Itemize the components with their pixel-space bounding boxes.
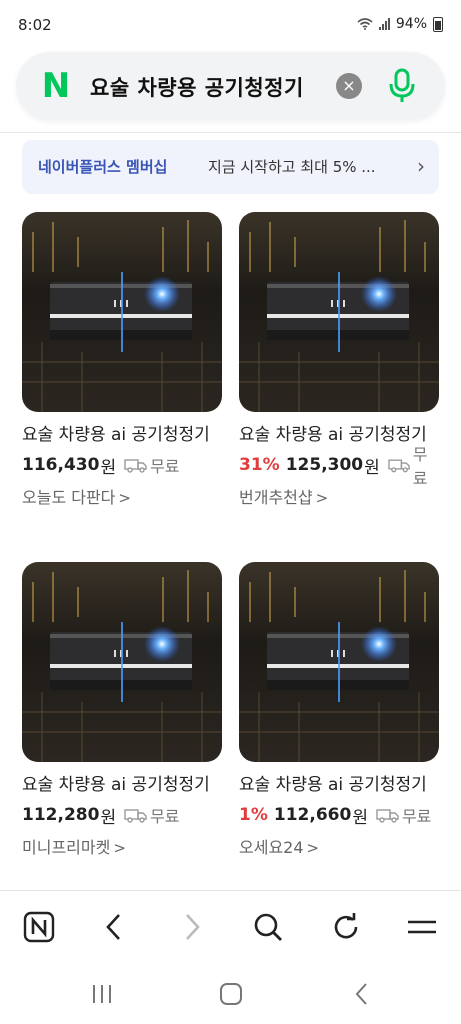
store-link[interactable]: 미니프리마켓 >: [22, 834, 224, 858]
mic-icon[interactable]: [386, 68, 418, 104]
status-bar: 8:02 94%: [0, 0, 461, 50]
chevron-right-icon: >: [113, 839, 126, 857]
product-title[interactable]: 요술 차량용 ai 공기청정기: [22, 772, 224, 799]
clear-icon[interactable]: ×: [336, 73, 362, 99]
forward-icon[interactable]: [170, 905, 214, 949]
membership-desc: 지금 시작하고 최대 5% ...: [208, 158, 376, 176]
chevron-right-icon: >: [315, 489, 329, 507]
product-image[interactable]: [239, 562, 439, 762]
currency-label: 원: [364, 457, 380, 478]
wifi-icon: [357, 18, 373, 30]
truck-icon: [376, 809, 399, 823]
product-image[interactable]: [22, 562, 222, 762]
currency-label: 원: [352, 807, 368, 828]
status-icons: 94%: [357, 16, 443, 32]
store-name: 미니프리마켓: [22, 838, 111, 857]
truck-icon: [124, 809, 147, 823]
product-card[interactable]: 요술 차량용 ai 공기청정기 31% 125,300 원 무료 번개추천샵 >: [239, 212, 441, 508]
refresh-icon[interactable]: [324, 905, 368, 949]
shipping-label: 무료: [401, 807, 432, 826]
back-icon[interactable]: [92, 905, 136, 949]
currency-label: 원: [100, 457, 117, 478]
store-name: 번개추천샵: [239, 488, 313, 507]
price-row: 1% 112,660 원 무료: [239, 802, 441, 828]
shipping-label: 무료: [412, 445, 428, 488]
store-link[interactable]: 오세요24 >: [239, 834, 441, 858]
menu-icon[interactable]: [400, 905, 444, 949]
product-price: 116,430: [22, 455, 100, 475]
product-card[interactable]: 요술 차량용 ai 공기청정기 112,280 원 무료 미니프리마켓 >: [22, 562, 224, 858]
system-nav-bar: [0, 962, 461, 1024]
naver-logo[interactable]: N: [40, 69, 72, 103]
search-icon[interactable]: [246, 905, 290, 949]
recent-apps-icon[interactable]: [84, 980, 120, 1008]
search-input[interactable]: 요술 차량용 공기청정기: [90, 72, 304, 102]
shipping-info: 무료: [124, 453, 180, 477]
status-time: 8:02: [18, 16, 52, 34]
price-row: 116,430 원 무료: [22, 452, 224, 478]
shipping-info: 무료: [388, 441, 441, 489]
home-icon[interactable]: [213, 980, 249, 1008]
product-price: 112,660: [273, 805, 352, 825]
shipping-info: 무료: [376, 803, 431, 827]
membership-name: 네이버플러스 멤버십: [38, 158, 168, 176]
shipping-info: 무료: [124, 803, 180, 827]
battery-icon: [433, 16, 443, 32]
product-image[interactable]: [239, 212, 439, 412]
shipping-label: 무료: [150, 807, 180, 826]
chevron-right-icon: ›: [417, 154, 425, 178]
signal-icon: [378, 18, 390, 30]
browser-toolbar: [0, 890, 461, 963]
product-price: 112,280: [22, 805, 100, 825]
membership-banner[interactable]: 네이버플러스 멤버십 지금 시작하고 최대 5% ... ›: [22, 140, 439, 194]
product-title[interactable]: 요술 차량용 ai 공기청정기: [22, 422, 224, 449]
truck-icon: [124, 459, 147, 473]
product-image[interactable]: [22, 212, 222, 412]
back-icon[interactable]: [344, 980, 380, 1008]
battery-percent: 94%: [395, 16, 427, 32]
currency-label: 원: [100, 807, 117, 828]
product-card[interactable]: 요술 차량용 ai 공기청정기 116,430 원 무료 오늘도 다판다 >: [22, 212, 224, 508]
price-row: 112,280 원 무료: [22, 802, 224, 828]
divider: [0, 132, 461, 133]
chevron-right-icon: >: [306, 839, 320, 857]
truck-icon: [388, 459, 410, 473]
product-title[interactable]: 요술 차량용 ai 공기청정기: [239, 772, 441, 799]
shipping-label: 무료: [150, 457, 180, 476]
search-bar[interactable]: N 요술 차량용 공기청정기 ×: [16, 52, 445, 120]
product-price: 125,300: [285, 455, 364, 475]
store-link[interactable]: 오늘도 다판다 >: [22, 484, 224, 508]
discount-rate: 1%: [239, 805, 268, 825]
store-name: 오늘도 다판다: [22, 488, 116, 507]
price-row: 31% 125,300 원 무료: [239, 445, 441, 488]
discount-rate: 31%: [239, 455, 280, 475]
product-card[interactable]: 요술 차량용 ai 공기청정기 1% 112,660 원 무료 오세요24 >: [239, 562, 441, 858]
chevron-right-icon: >: [118, 489, 131, 507]
store-name: 오세요24: [239, 838, 304, 857]
naver-home-icon[interactable]: [17, 905, 61, 949]
